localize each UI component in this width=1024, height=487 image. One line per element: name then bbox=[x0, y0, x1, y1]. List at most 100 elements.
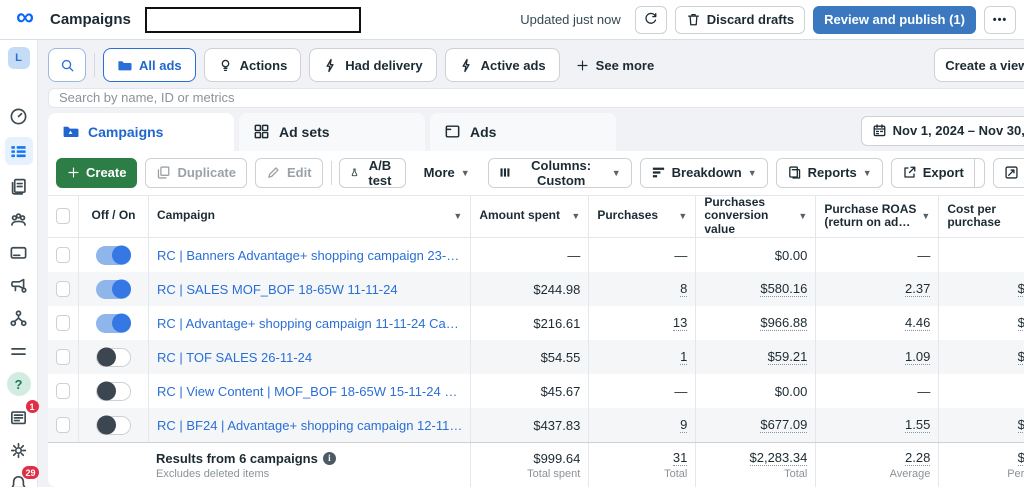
account-avatar[interactable]: L bbox=[5, 46, 33, 70]
calendar-icon bbox=[873, 124, 886, 137]
campaign-toggle[interactable] bbox=[96, 381, 131, 401]
campaign-toggle[interactable] bbox=[96, 279, 131, 299]
campaign-toggle[interactable] bbox=[96, 347, 131, 367]
purchases-value: 9 bbox=[680, 417, 688, 433]
reports-button[interactable]: Reports ▼ bbox=[775, 157, 883, 188]
refresh-button[interactable] bbox=[634, 5, 667, 34]
sidebar-item-overview[interactable] bbox=[5, 104, 33, 128]
meta-logo-icon[interactable]: ∞ bbox=[8, 5, 42, 30]
header-purchase-roas[interactable]: Purchase ROAS (return on ad… ▼ bbox=[815, 195, 938, 237]
create-button[interactable]: Create bbox=[56, 157, 138, 188]
campaign-name-link[interactable]: RC | BF24 | Advantage+ shopping campaign… bbox=[157, 418, 462, 433]
export-button[interactable]: Export bbox=[892, 159, 974, 187]
row-checkbox[interactable] bbox=[56, 281, 70, 297]
header-cost-per-purchase[interactable]: Cost per purchase▼ bbox=[938, 195, 1024, 237]
review-publish-button[interactable]: Review and publish (1) bbox=[813, 5, 976, 34]
roas-value: 4.46 bbox=[905, 315, 931, 331]
search-input[interactable] bbox=[59, 90, 1024, 106]
filter-search-button[interactable] bbox=[48, 48, 86, 82]
row-checkbox[interactable] bbox=[56, 417, 70, 433]
ab-test-button[interactable]: A/B test bbox=[339, 157, 406, 188]
row-checkbox[interactable] bbox=[56, 349, 70, 365]
sidebar-item-settings[interactable] bbox=[5, 438, 33, 462]
campaign-name-link[interactable]: RC | View Content | MOF_BOF 18-65W 15-11… bbox=[157, 384, 457, 399]
header-purchases[interactable]: Purchases ▼ bbox=[588, 195, 695, 237]
campaigns-table-icon bbox=[11, 145, 26, 157]
chart-icon bbox=[1005, 166, 1018, 179]
conversion-value: $0.00 bbox=[774, 383, 808, 399]
pencil-icon bbox=[268, 167, 279, 178]
account-selector-redacted[interactable] bbox=[144, 6, 361, 33]
table-row: RC | TOF SALES 26-11-24 $54.55 1 $59.21 … bbox=[48, 340, 1024, 374]
sidebar-item-updates[interactable]: 1 bbox=[5, 400, 39, 429]
campaign-toggle[interactable] bbox=[96, 313, 131, 333]
more-menu-button[interactable]: More ▼ bbox=[414, 158, 480, 188]
sidebar-item-billing[interactable] bbox=[5, 240, 33, 264]
filter-actions[interactable]: Actions bbox=[203, 48, 302, 82]
sidebar-item-help[interactable]: ? bbox=[5, 372, 33, 396]
columns-button[interactable]: Columns: Custom ▼ bbox=[487, 157, 632, 188]
sidebar-item-events[interactable] bbox=[5, 306, 33, 330]
header-conversion-value[interactable]: Purchases conversion value ▼ bbox=[695, 195, 815, 237]
purchases-value: 1 bbox=[680, 349, 688, 365]
row-checkbox[interactable] bbox=[56, 315, 70, 331]
cost-per-purchase-value: $54.55 bbox=[1017, 349, 1024, 365]
chevron-down-icon: ▼ bbox=[611, 167, 621, 178]
grid-icon bbox=[254, 124, 269, 139]
filter-had-delivery[interactable]: Had delivery bbox=[309, 48, 437, 82]
edit-button[interactable]: Edit bbox=[254, 157, 323, 188]
campaign-name-link[interactable]: RC | TOF SALES 26-11-24 bbox=[157, 350, 312, 365]
sidebar-item-pages[interactable] bbox=[5, 174, 33, 198]
create-view-button[interactable]: Create a view bbox=[934, 48, 1024, 82]
campaign-name-link[interactable]: RC | SALES MOF_BOF 18-65W 11-11-24 bbox=[157, 282, 398, 297]
results-summary: Results from 6 campaigns i bbox=[156, 451, 336, 466]
filter-active-ads[interactable]: Active ads bbox=[444, 48, 560, 82]
chevron-down-icon: ▼ bbox=[453, 211, 463, 222]
gear-icon bbox=[10, 442, 27, 458]
info-icon[interactable]: i bbox=[322, 451, 336, 465]
charts-button[interactable]: Charts bbox=[993, 157, 1024, 188]
gauge-icon bbox=[10, 108, 27, 124]
cost-per-action-value: $32.25 bbox=[1017, 450, 1024, 466]
sidebar-item-audiences[interactable] bbox=[5, 207, 33, 231]
table-row: RC | Banners Advantage+ shopping campaig… bbox=[48, 238, 1024, 272]
row-checkbox[interactable] bbox=[56, 383, 70, 399]
tab-ad-sets[interactable]: Ad sets bbox=[239, 112, 425, 151]
sidebar-item-campaigns[interactable] bbox=[4, 137, 33, 165]
plus-icon bbox=[68, 167, 79, 178]
campaign-name-link[interactable]: RC | Advantage+ shopping campaign 11-11-… bbox=[157, 316, 459, 331]
sidebar-collapse-menu[interactable] bbox=[5, 339, 33, 363]
folder-icon bbox=[118, 60, 132, 70]
date-range-button[interactable]: Nov 1, 2024 – Nov 30, 2024▼ bbox=[860, 115, 1024, 146]
campaign-toggle[interactable] bbox=[96, 245, 131, 265]
breakdown-button[interactable]: Breakdown ▼ bbox=[639, 157, 768, 188]
newspaper-icon bbox=[11, 410, 26, 424]
campaign-toggle[interactable] bbox=[96, 415, 131, 435]
filter-all-ads[interactable]: All ads bbox=[103, 48, 196, 82]
updated-status: Updated just now bbox=[520, 12, 621, 27]
sidebar-item-notifications[interactable]: 29 bbox=[5, 466, 39, 487]
export-options-button[interactable]: ▼ bbox=[973, 158, 984, 187]
megaphone-icon bbox=[11, 278, 27, 293]
header-amount-spent[interactable]: Amount spent ▼ bbox=[470, 195, 588, 237]
sidebar-item-ads-settings[interactable] bbox=[5, 273, 33, 297]
cost-per-purchase-value: $16.66 bbox=[1017, 315, 1024, 331]
purchases-value: 8 bbox=[680, 281, 688, 297]
roas-value: — bbox=[917, 383, 931, 399]
header-off-on: Off / On bbox=[78, 195, 148, 237]
more-options-button[interactable]: ••• bbox=[984, 5, 1016, 34]
ellipsis-icon: ••• bbox=[992, 13, 1008, 26]
row-checkbox[interactable] bbox=[56, 247, 70, 263]
select-all-checkbox[interactable] bbox=[56, 208, 70, 225]
discard-drafts-button[interactable]: Discard drafts bbox=[674, 5, 806, 34]
table-body: RC | Banners Advantage+ shopping campaig… bbox=[48, 238, 1024, 442]
duplicate-button[interactable]: Duplicate bbox=[145, 157, 247, 188]
table-toolbar: Create Duplicate Edit A/B test More ▼ Col… bbox=[48, 151, 1024, 195]
tab-ads[interactable]: Ads bbox=[430, 112, 616, 151]
header-campaign[interactable]: Campaign ▼ bbox=[148, 195, 470, 237]
chevron-down-icon: ▼ bbox=[460, 167, 470, 178]
campaign-name-link[interactable]: RC | Banners Advantage+ shopping campaig… bbox=[157, 248, 459, 263]
updates-badge: 1 bbox=[25, 400, 39, 413]
tab-campaigns[interactable]: Campaigns bbox=[48, 112, 234, 151]
see-more-button[interactable]: See more bbox=[568, 58, 663, 73]
